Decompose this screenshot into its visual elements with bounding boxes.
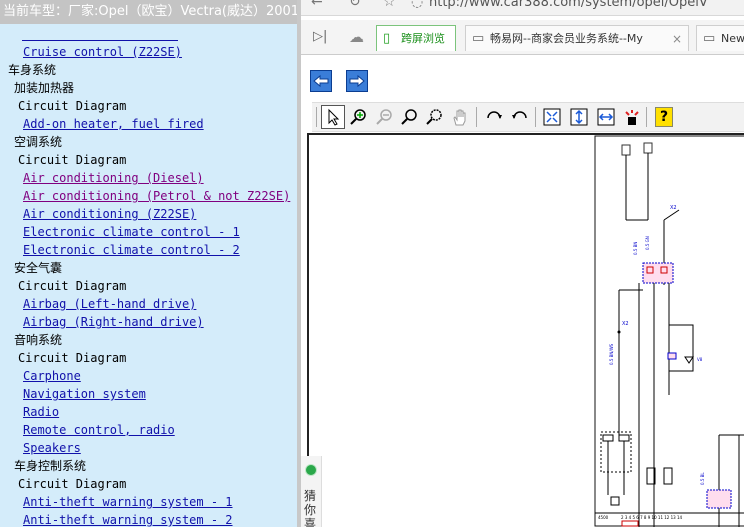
svg-text:V8: V8 [697, 357, 703, 362]
phone-icon: ▯ [383, 31, 391, 46]
svg-text:0.5 GN: 0.5 GN [645, 236, 650, 250]
sidebar-toggle-icon[interactable]: ▷| [313, 29, 327, 44]
pan-hand-icon [453, 109, 466, 126]
circuit-diagram-label: Circuit Diagram [18, 99, 127, 113]
pan-button[interactable] [448, 105, 472, 129]
arrow-left-icon [313, 74, 329, 88]
tree-link[interactable]: Air conditioning (Petrol & not Z22SE) [23, 187, 290, 205]
zoom-button[interactable] [397, 105, 421, 129]
help-button[interactable]: ? [652, 105, 676, 129]
zoom-in-button[interactable] [346, 105, 370, 129]
select-tool-button[interactable] [321, 105, 345, 129]
next-page-button[interactable] [346, 70, 368, 92]
svg-text:X2: X2 [622, 321, 629, 327]
help-icon: ? [655, 107, 673, 127]
zoom-area-button[interactable] [422, 105, 446, 129]
zoom-in-icon [350, 109, 366, 125]
svg-text:4500: 4500 [598, 515, 609, 520]
tree-link[interactable]: Carphone [23, 367, 81, 385]
diagram-viewport[interactable]: X2 0.5 BN 0.5 BN/WS 0.5 GN X2 V8 0.5 BL … [307, 133, 744, 527]
zoom-out-icon [376, 109, 392, 125]
address-bar[interactable]: http://www.car388.com/system/opel/OpelV [429, 0, 708, 10]
tree-link[interactable]: Airbag (Left-hand drive) [23, 295, 196, 313]
close-icon[interactable]: × [672, 26, 682, 51]
svg-text:X2: X2 [670, 205, 677, 211]
zoom-out-button[interactable] [372, 105, 396, 129]
tree-link[interactable]: Remote control, radio [23, 421, 175, 439]
tab-new[interactable]: ▭ New 1 [696, 25, 744, 51]
tree-link[interactable]: Radio [23, 403, 59, 421]
tree-subcategory: 音响系统 [14, 333, 63, 347]
tree-subcategory: 车身控制系统 [14, 459, 87, 473]
rotate-ccw-button[interactable] [508, 105, 532, 129]
tree-link[interactable]: Air conditioning (Diesel) [23, 169, 204, 187]
rotate-cw-button[interactable] [482, 105, 506, 129]
tree-subcategory: 空调系统 [14, 135, 63, 149]
tree-link[interactable]: Speakers [23, 439, 81, 457]
status-dot-icon [305, 464, 317, 476]
toolbar-separator [316, 107, 317, 127]
svg-text:0.5 BN: 0.5 BN [633, 242, 638, 255]
circuit-diagram-label: Circuit Diagram [18, 279, 127, 293]
rotate-cw-icon [487, 111, 502, 119]
circuit-diagram: X2 0.5 BN 0.5 BN/WS 0.5 GN X2 V8 0.5 BL … [594, 135, 744, 527]
tree-link[interactable]: Anti-theft warning system - 2 [23, 511, 233, 527]
page-content: ? X2 0.5 BN 0.5 BN/WS 0.5 GN X2 V8 0.5 B… [301, 56, 744, 527]
circuit-diagram-label: Circuit Diagram [18, 477, 127, 491]
fit-width-button[interactable] [594, 105, 618, 129]
tree-link[interactable]: Cruise control (Z22SE) [23, 43, 182, 61]
globe-icon: ◌ [411, 0, 424, 10]
cloud-icon[interactable]: ☁ [349, 28, 364, 46]
page-icon: ▭ [703, 31, 716, 46]
circuit-diagram-label: Circuit Diagram [18, 351, 127, 365]
arrow-right-icon [349, 74, 365, 88]
fit-page-button[interactable] [540, 105, 564, 129]
tree-link[interactable]: Anti-theft warning system - 1 [23, 493, 233, 511]
fit-width-icon [597, 108, 615, 126]
rotate-ccw-icon [512, 111, 527, 119]
fit-page-icon [543, 108, 561, 126]
tree-subcategory: 加装加热器 [14, 81, 75, 95]
svg-text:2 3 4 5 6 7 8 9 10 11: 2 3 4 5 6 7 8 9 10 11 12 13 14 [621, 515, 683, 520]
zoom-area-icon [426, 109, 442, 125]
recommend-text: 猜你喜 [304, 489, 317, 527]
refresh-icon[interactable]: ↻ [349, 0, 361, 10]
svg-text:0.5 BN/WS: 0.5 BN/WS [609, 343, 614, 365]
star-icon[interactable]: ☆ [383, 0, 396, 10]
toolbar-separator [476, 107, 477, 127]
tree-link[interactable]: Airbag (Right-hand drive) [23, 313, 204, 331]
tree-link[interactable]: Air conditioning (Z22SE) [23, 205, 196, 223]
fit-height-icon [570, 108, 588, 126]
svg-text:0.5 BL: 0.5 BL [700, 472, 705, 485]
toolbar-separator [535, 107, 536, 127]
tree-link[interactable]: Navigation system [23, 385, 146, 403]
fit-height-button[interactable] [567, 105, 591, 129]
browser-panel: ← ↻ ☆ ◌ http://www.car388.com/system/ope… [301, 0, 744, 527]
browser-nav-bar: ← ↻ ☆ ◌ http://www.car388.com/system/ope… [301, 0, 744, 16]
tree-top-rule [22, 40, 178, 41]
highlight-button[interactable] [620, 105, 644, 129]
recommend-widget[interactable]: 猜你喜 [301, 456, 322, 527]
viewer-toolbar: ? [312, 102, 744, 132]
tree-link[interactable]: Electronic climate control - 2 [23, 241, 240, 259]
toolbar-separator [646, 107, 647, 127]
tab-cross-screen[interactable]: ▯ 跨屏浏览 [376, 25, 456, 51]
tree-link[interactable]: Add-on heater, fuel fired [23, 115, 204, 133]
tree-category: 车身系统 [8, 63, 57, 77]
zoom-icon [401, 109, 417, 125]
left-panel: 当前车型：厂家:Opel（欧宝）Vectra(威达）2001 Cruise co… [0, 0, 297, 527]
select-arrow-icon [328, 108, 340, 126]
prev-page-button[interactable] [310, 70, 332, 92]
back-icon[interactable]: ← [311, 0, 323, 10]
vehicle-title: 当前车型：厂家:Opel（欧宝）Vectra(威达）2001 [0, 0, 297, 24]
circuit-diagram-label: Circuit Diagram [18, 153, 127, 167]
tab-changyi[interactable]: ▭ 畅易网--商家会员业务系统--My × [465, 25, 689, 51]
page-icon: ▭ [472, 31, 485, 46]
tab-bar: ▷| ☁ ▯ 跨屏浏览 ▭ 畅易网--商家会员业务系统--My × ▭ New … [301, 20, 744, 55]
tree-subcategory: 安全气囊 [14, 261, 63, 275]
tree-link[interactable]: Electronic climate control - 1 [23, 223, 240, 241]
highlight-icon [625, 110, 639, 125]
